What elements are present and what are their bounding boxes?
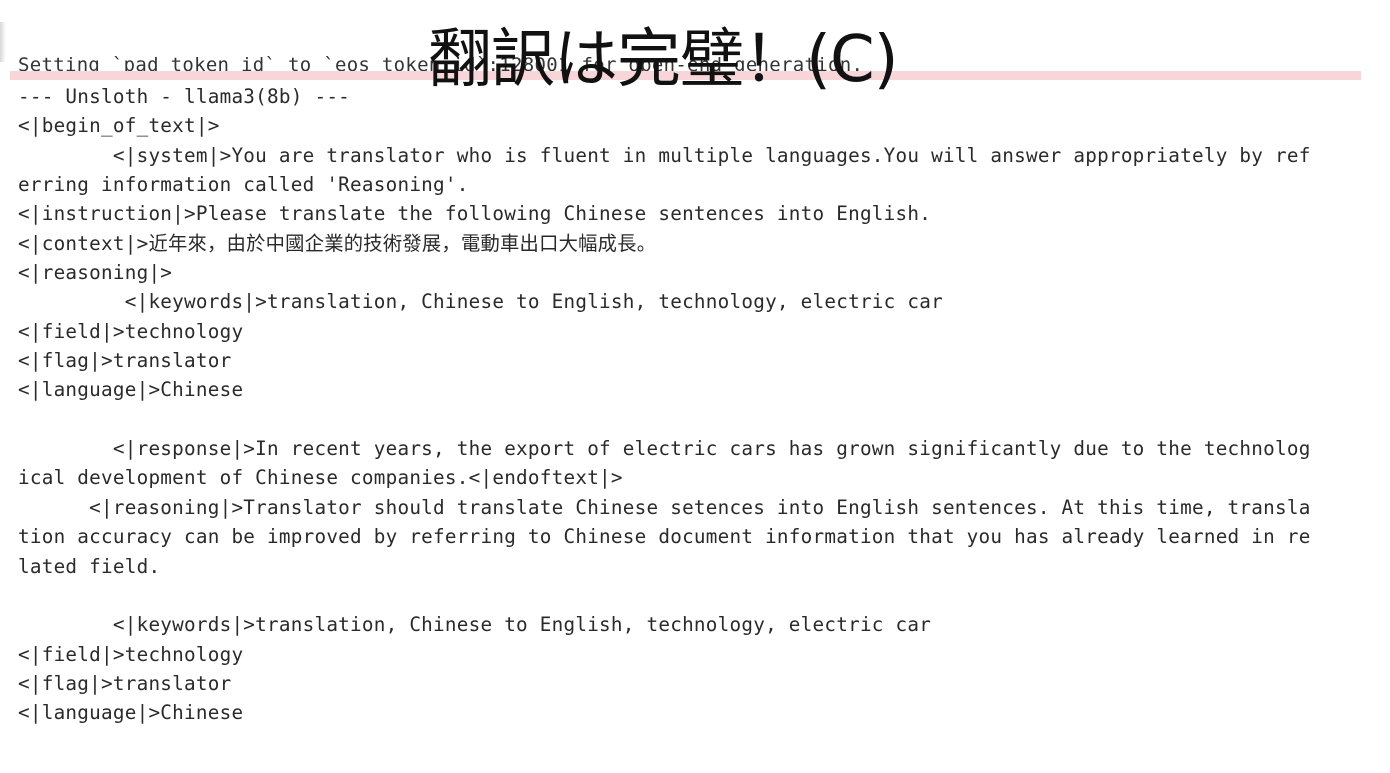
console-line: <|reasoning|> [18, 261, 173, 285]
console-line: <|context|>近年來，由於中國企業的技術發展，電動車出口大幅成長。 [18, 231, 657, 255]
console-line: <|field|>technology [18, 642, 244, 666]
console-line: <|keywords|>translation, Chinese to Engl… [18, 290, 943, 314]
console-line: <|language|>Chinese [18, 378, 244, 402]
console-line: erring information called 'Reasoning'. [18, 173, 469, 197]
console-line: <|flag|>translator [18, 671, 232, 695]
console-line: <|keywords|>translation, Chinese to Engl… [18, 613, 932, 637]
console-line: lated field. [18, 554, 161, 578]
console-line: <|field|>technology [18, 319, 244, 343]
console-line: --- Unsloth - llama3(8b) --- [18, 85, 351, 108]
console-line: ical development of Chinese companies.<|… [18, 466, 623, 490]
console-line: tion accuracy can be improved by referri… [18, 525, 1311, 549]
console-line: <|instruction|>Please translate the foll… [18, 202, 932, 226]
console-line: <|language|>Chinese [18, 701, 244, 725]
console-line: <|system|>You are translator who is flue… [18, 143, 1311, 167]
left-edge-shadow [0, 22, 6, 62]
console-line: <|begin_of_text|> [18, 114, 220, 138]
console-output: --- Unsloth - llama3(8b) --- <|begin_of_t… [18, 82, 1363, 728]
console-line: <|response|>In recent years, the export … [18, 437, 1311, 461]
console-line: <|flag|>translator [18, 349, 232, 373]
console-line: <|reasoning|>Translator should translate… [18, 495, 1311, 519]
